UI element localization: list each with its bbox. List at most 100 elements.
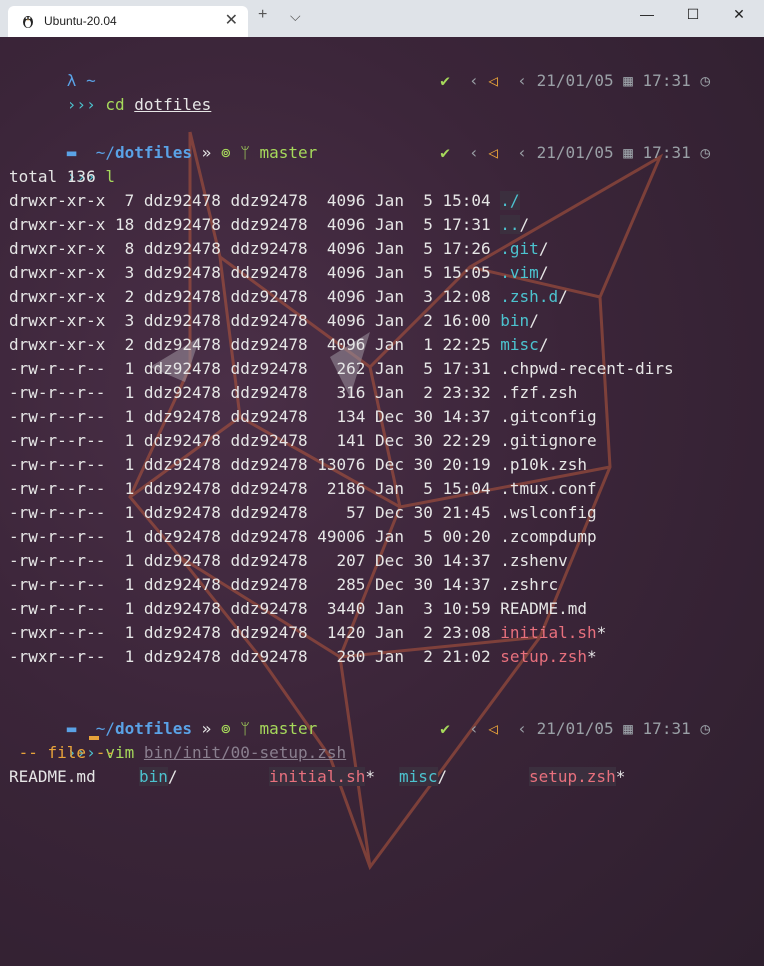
listing-meta: drwxr-xr-x 7 ddz92478 ddz92478 4096 Jan … [9, 191, 501, 210]
listing-filename: .zsh.d [500, 287, 559, 306]
branch-name: master [259, 143, 318, 162]
listing-row: drwxr-xr-x 2 ddz92478 ddz92478 4096 Jan … [9, 285, 568, 309]
listing-filename: .git [500, 239, 539, 258]
listing-meta: -rwxr--r-- 1 ddz92478 ddz92478 280 Jan 2… [9, 647, 501, 666]
listing-row: drwxr-xr-x 7 ddz92478 ddz92478 4096 Jan … [9, 189, 520, 213]
tab-dropdown-icon[interactable]: ⌵ [290, 8, 301, 25]
prompt-date: 21/01/05 [536, 719, 614, 738]
listing-meta: -rw-r--r-- 1 ddz92478 ddz92478 262 Jan 5… [9, 359, 501, 378]
clock-icon: ◷ [700, 71, 710, 90]
path-dir: dotfiles [114, 143, 193, 162]
listing-filename: .chpwd-recent-dirs [500, 359, 674, 378]
prompt-line-2: ▬ ~/dotfiles » ⊚ ᛘ master [9, 117, 317, 162]
listing-meta: -rw-r--r-- 1 ddz92478 ddz92478 57 Dec 30… [9, 503, 501, 522]
tab-ubuntu[interactable]: Ubuntu-20.04 ✕ [8, 6, 248, 37]
listing-row: -rw-r--r-- 1 ddz92478 ddz92478 285 Dec 3… [9, 573, 558, 597]
completion-name: misc [399, 767, 438, 786]
listing-total: total 136 [9, 167, 96, 186]
completion-item[interactable]: misc/ [399, 765, 447, 789]
chevron-left-icon: ‹ [517, 71, 527, 90]
listing-filename: .zcompdump [500, 527, 597, 546]
completion-suffix: * [365, 767, 375, 786]
listing-row: -rwxr--r-- 1 ddz92478 ddz92478 1420 Jan … [9, 621, 606, 645]
listing-filename: .zshrc [500, 575, 559, 594]
check-icon: ✔ [440, 143, 450, 162]
completion-suffix: / [167, 767, 178, 786]
terminal-content[interactable]: λ ~ ✔ ‹ ◁ ‹ 21/01/05 ▦ 17:31 ◷ ››› cd do… [0, 37, 764, 966]
listing-meta: drwxr-xr-x 3 ddz92478 ddz92478 4096 Jan … [9, 311, 501, 330]
close-window-button[interactable]: ✕ [716, 6, 762, 30]
ubuntu-icon: ◁ [488, 719, 499, 738]
listing-meta: -rw-r--r-- 1 ddz92478 ddz92478 134 Dec 3… [9, 407, 501, 426]
minimize-button[interactable]: — [624, 6, 670, 30]
maximize-button[interactable]: ☐ [670, 6, 716, 30]
check-icon: ✔ [440, 71, 450, 90]
listing-row: -rw-r--r-- 1 ddz92478 ddz92478 3440 Jan … [9, 597, 587, 621]
chevron-left-icon: ‹ [469, 143, 479, 162]
listing-filename: .. [500, 215, 520, 234]
prompt-line-1: λ ~ [9, 45, 96, 90]
listing-filename: .gitignore [500, 431, 597, 450]
listing-suffix: / [558, 287, 568, 306]
prompt-time: 17:31 [642, 143, 691, 162]
prompt-right-3: ✔ ‹ ◁ ‹ 21/01/05 ▦ 17:31 ◷ [382, 693, 710, 738]
listing-filename: .tmux.conf [500, 479, 597, 498]
listing-filename: bin [500, 311, 530, 330]
chevron-left-icon: ‹ [517, 719, 527, 738]
chevron-left-icon: ‹ [469, 719, 479, 738]
listing-meta: -rw-r--r-- 1 ddz92478 ddz92478 13076 Dec… [9, 455, 501, 474]
completion-header: -- file -- [9, 743, 115, 762]
listing-row: -rw-r--r-- 1 ddz92478 ddz92478 134 Dec 3… [9, 405, 597, 429]
chevron-left-icon: ‹ [517, 143, 527, 162]
completion-item[interactable]: initial.sh* [269, 765, 375, 789]
terminal-window: Ubuntu-20.04 ✕ + ⌵ — ☐ ✕ λ ~ ✔ ‹ ◁ ‹ 21/… [0, 0, 764, 966]
prompt-time: 17:31 [642, 719, 691, 738]
listing-filename: misc [500, 335, 539, 354]
prompt-line-3: ▬ ~/dotfiles » ⊚ ᛘ master [9, 693, 317, 738]
completion-suffix: / [437, 767, 448, 786]
chevron-left-icon: ‹ [469, 71, 479, 90]
listing-filename: README.md [500, 599, 587, 618]
listing-suffix: * [586, 647, 597, 666]
listing-row: -rwxr--r-- 1 ddz92478 ddz92478 280 Jan 2… [9, 645, 597, 669]
listing-meta: drwxr-xr-x 8 ddz92478 ddz92478 4096 Jan … [9, 239, 501, 258]
listing-meta: drwxr-xr-x 2 ddz92478 ddz92478 4096 Jan … [9, 335, 501, 354]
new-tab-button[interactable]: + [258, 6, 267, 24]
tab-close-icon[interactable]: ✕ [225, 10, 238, 30]
calendar-icon: ▦ [623, 71, 633, 90]
prompt-time: 17:31 [642, 71, 691, 90]
listing-row: drwxr-xr-x 3 ddz92478 ddz92478 4096 Jan … [9, 309, 539, 333]
listing-meta: drwxr-xr-x 3 ddz92478 ddz92478 4096 Jan … [9, 263, 501, 282]
autosuggestion: bin/init/00-setup.zsh [143, 743, 347, 762]
command-line-2: ››› l [9, 141, 115, 186]
listing-meta: drwxr-xr-x 2 ddz92478 ddz92478 4096 Jan … [9, 287, 501, 306]
listing-suffix: * [596, 623, 607, 642]
listing-filename: ./ [500, 191, 520, 210]
ubuntu-icon: ◁ [488, 143, 499, 162]
listing-meta: -rw-r--r-- 1 ddz92478 ddz92478 285 Dec 3… [9, 575, 501, 594]
git-icon: ⊚ [220, 143, 231, 162]
listing-row: drwxr-xr-x 2 ddz92478 ddz92478 4096 Jan … [9, 333, 548, 357]
title-bar: Ubuntu-20.04 ✕ + ⌵ — ☐ ✕ [0, 0, 764, 37]
prompt-date: 21/01/05 [536, 143, 614, 162]
listing-filename: .wslconfig [500, 503, 597, 522]
completion-name: bin [139, 767, 168, 786]
completion-item[interactable]: bin/ [139, 765, 178, 789]
listing-row: -rw-r--r-- 1 ddz92478 ddz92478 57 Dec 30… [9, 501, 597, 525]
listing-meta: drwxr-xr-x 18 ddz92478 ddz92478 4096 Jan… [9, 215, 501, 234]
completion-name: initial.sh [269, 767, 366, 786]
prompt-date: 21/01/05 [536, 71, 614, 90]
completion-item[interactable]: setup.zsh* [529, 765, 625, 789]
listing-row: -rw-r--r-- 1 ddz92478 ddz92478 13076 Dec… [9, 453, 587, 477]
command-arg: dotfiles [134, 95, 212, 114]
listing-filename: .gitconfig [500, 407, 597, 426]
listing-meta: -rw-r--r-- 1 ddz92478 ddz92478 3440 Jan … [9, 599, 501, 618]
listing-meta: -rw-r--r-- 1 ddz92478 ddz92478 207 Dec 3… [9, 551, 501, 570]
completion-item[interactable]: README.md [9, 765, 96, 789]
listing-filename: initial.sh [500, 623, 597, 642]
linux-penguin-icon [23, 16, 33, 28]
command-line-3[interactable]: ››› vim bin/init/00-setup.zsh [9, 717, 346, 762]
listing-row: drwxr-xr-x 8 ddz92478 ddz92478 4096 Jan … [9, 237, 548, 261]
listing-row: -rw-r--r-- 1 ddz92478 ddz92478 2186 Jan … [9, 477, 597, 501]
calendar-icon: ▦ [623, 719, 633, 738]
